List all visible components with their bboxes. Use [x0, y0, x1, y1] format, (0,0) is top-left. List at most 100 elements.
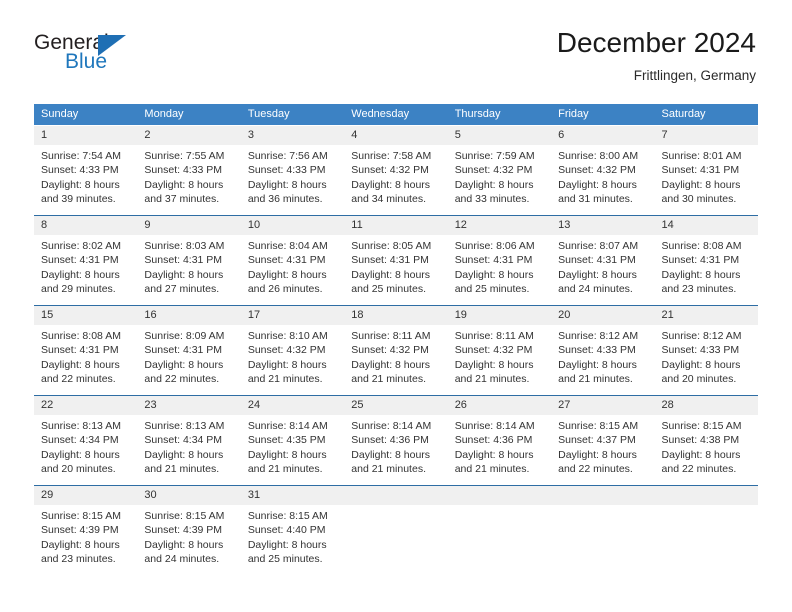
day-cell[interactable]: Sunrise: 8:11 AM Sunset: 4:32 PM Dayligh…	[344, 325, 447, 395]
day-cell[interactable]: Sunrise: 7:55 AM Sunset: 4:33 PM Dayligh…	[137, 145, 240, 215]
sunset-text: Sunset: 4:34 PM	[144, 434, 223, 447]
sunset-text: Sunset: 4:31 PM	[247, 254, 326, 267]
day-number[interactable]: 9	[137, 216, 240, 235]
day-cell[interactable]: Sunrise: 8:13 AM Sunset: 4:34 PM Dayligh…	[34, 415, 137, 485]
day-cell[interactable]: Sunrise: 8:08 AM Sunset: 4:31 PM Dayligh…	[34, 325, 137, 395]
day-cell[interactable]: Sunrise: 8:01 AM Sunset: 4:31 PM Dayligh…	[655, 145, 758, 215]
day-number[interactable]: 16	[137, 306, 240, 325]
day-cell-empty	[655, 505, 758, 575]
day-cell[interactable]: Sunrise: 8:13 AM Sunset: 4:34 PM Dayligh…	[137, 415, 240, 485]
day-cell[interactable]: Sunrise: 8:12 AM Sunset: 4:33 PM Dayligh…	[551, 325, 654, 395]
daylight-text-cont: and 21 minutes.	[558, 373, 633, 386]
day-number[interactable]: 7	[655, 126, 758, 145]
sunset-text: Sunset: 4:34 PM	[41, 434, 119, 447]
week-body: Sunrise: 8:02 AM Sunset: 4:31 PM Dayligh…	[34, 235, 758, 305]
day-cell[interactable]: Sunrise: 8:14 AM Sunset: 4:36 PM Dayligh…	[344, 415, 447, 485]
day-number[interactable]: 17	[241, 306, 344, 325]
daylight-text-cont: and 20 minutes.	[41, 463, 116, 476]
sunrise-text: Sunrise: 8:07 AM	[558, 240, 639, 252]
day-cell[interactable]: Sunrise: 7:56 AM Sunset: 4:33 PM Dayligh…	[241, 145, 344, 215]
day-cell[interactable]: Sunrise: 7:58 AM Sunset: 4:32 PM Dayligh…	[344, 145, 447, 215]
day-cell[interactable]: Sunrise: 8:09 AM Sunset: 4:31 PM Dayligh…	[137, 325, 240, 395]
day-number[interactable]: 2	[137, 126, 240, 145]
day-cell[interactable]: Sunrise: 7:54 AM Sunset: 4:33 PM Dayligh…	[34, 145, 137, 215]
day-number[interactable]: 18	[344, 306, 447, 325]
day-cell[interactable]: Sunrise: 8:12 AM Sunset: 4:33 PM Dayligh…	[655, 325, 758, 395]
sunrise-text: Sunrise: 8:14 AM	[247, 420, 328, 432]
sunrise-text: Sunrise: 8:13 AM	[41, 420, 121, 432]
page-title: December 2024	[556, 27, 756, 58]
daylight-text-cont: and 30 minutes.	[661, 193, 737, 206]
daylight-text-cont: and 22 minutes.	[661, 463, 737, 476]
daylight-text-cont: and 25 minutes.	[247, 553, 323, 566]
day-cell[interactable]: Sunrise: 8:06 AM Sunset: 4:31 PM Dayligh…	[448, 235, 551, 305]
day-cell[interactable]: Sunrise: 8:08 AM Sunset: 4:31 PM Dayligh…	[655, 235, 758, 305]
day-number[interactable]: 8	[34, 216, 137, 235]
day-cell[interactable]: Sunrise: 8:14 AM Sunset: 4:36 PM Dayligh…	[448, 415, 551, 485]
daylight-text-cont: and 21 minutes.	[351, 463, 426, 476]
day-number[interactable]: 22	[34, 396, 137, 415]
sunrise-text: Sunrise: 8:11 AM	[454, 330, 534, 342]
day-number[interactable]: 13	[551, 216, 654, 235]
day-number-empty	[344, 486, 447, 505]
daylight-text: Daylight: 8 hours	[247, 268, 327, 281]
day-cell[interactable]: Sunrise: 8:14 AM Sunset: 4:35 PM Dayligh…	[241, 415, 344, 485]
day-number[interactable]: 20	[551, 306, 654, 325]
day-cell[interactable]: Sunrise: 8:07 AM Sunset: 4:31 PM Dayligh…	[551, 235, 654, 305]
daylight-text-cont: and 21 minutes.	[247, 373, 323, 386]
day-number[interactable]: 28	[655, 396, 758, 415]
day-cell[interactable]: Sunrise: 8:15 AM Sunset: 4:37 PM Dayligh…	[551, 415, 654, 485]
weekday-header-thursday: Thursday	[454, 108, 501, 120]
day-number[interactable]: 14	[655, 216, 758, 235]
sunrise-text: Sunrise: 8:15 AM	[144, 510, 225, 522]
sunrise-text: Sunrise: 8:12 AM	[661, 330, 742, 342]
day-number[interactable]: 31	[241, 486, 344, 505]
page-header: General Blue December 2024 Frittlingen, …	[0, 0, 792, 83]
day-cell[interactable]: Sunrise: 8:00 AM Sunset: 4:32 PM Dayligh…	[551, 145, 654, 215]
day-number[interactable]: 10	[241, 216, 344, 235]
calendar-week-row: 1 2 3 4 5 6 7 Sunrise: 7:54 AM Sunset: 4…	[34, 125, 758, 215]
day-number[interactable]: 26	[448, 396, 551, 415]
day-cell[interactable]: Sunrise: 8:05 AM Sunset: 4:31 PM Dayligh…	[344, 235, 447, 305]
daylight-text: Daylight: 8 hours	[247, 358, 327, 371]
day-number[interactable]: 11	[344, 216, 447, 235]
day-number[interactable]: 30	[137, 486, 240, 505]
day-number[interactable]: 4	[344, 126, 447, 145]
sunset-text: Sunset: 4:32 PM	[558, 164, 636, 177]
day-number[interactable]: 15	[34, 306, 137, 325]
day-cell[interactable]: Sunrise: 8:15 AM Sunset: 4:39 PM Dayligh…	[34, 505, 137, 575]
daylight-text: Daylight: 8 hours	[144, 538, 224, 551]
day-cell[interactable]: Sunrise: 8:15 AM Sunset: 4:39 PM Dayligh…	[137, 505, 240, 575]
day-number[interactable]: 25	[344, 396, 447, 415]
day-number[interactable]: 6	[551, 126, 654, 145]
week-body: Sunrise: 7:54 AM Sunset: 4:33 PM Dayligh…	[34, 145, 758, 215]
day-number[interactable]: 24	[241, 396, 344, 415]
day-cell[interactable]: Sunrise: 8:15 AM Sunset: 4:38 PM Dayligh…	[655, 415, 758, 485]
day-number[interactable]: 19	[448, 306, 551, 325]
day-cell[interactable]: Sunrise: 8:15 AM Sunset: 4:40 PM Dayligh…	[241, 505, 344, 575]
day-number[interactable]: 27	[551, 396, 654, 415]
weekday-header-wednesday: Wednesday	[351, 108, 410, 120]
day-cell[interactable]: Sunrise: 8:03 AM Sunset: 4:31 PM Dayligh…	[137, 235, 240, 305]
day-number[interactable]: 23	[137, 396, 240, 415]
day-number[interactable]: 12	[448, 216, 551, 235]
day-number[interactable]: 5	[448, 126, 551, 145]
day-cell[interactable]: Sunrise: 8:11 AM Sunset: 4:32 PM Dayligh…	[448, 325, 551, 395]
day-cell[interactable]: Sunrise: 7:59 AM Sunset: 4:32 PM Dayligh…	[448, 145, 551, 215]
daylight-text: Daylight: 8 hours	[454, 358, 534, 371]
daylight-text: Daylight: 8 hours	[247, 178, 327, 191]
sunrise-text: Sunrise: 7:59 AM	[454, 150, 535, 162]
day-number[interactable]: 3	[241, 126, 344, 145]
general-blue-logo[interactable]: General Blue	[34, 32, 214, 82]
day-cell[interactable]: Sunrise: 8:02 AM Sunset: 4:31 PM Dayligh…	[34, 235, 137, 305]
sunrise-text: Sunrise: 7:55 AM	[144, 150, 225, 162]
page-subtitle: Frittlingen, Germany	[633, 68, 756, 83]
daylight-text-cont: and 21 minutes.	[454, 373, 530, 386]
day-cell[interactable]: Sunrise: 8:04 AM Sunset: 4:31 PM Dayligh…	[241, 235, 344, 305]
day-number[interactable]: 1	[34, 126, 137, 145]
sunrise-text: Sunrise: 7:58 AM	[351, 150, 432, 162]
day-cell[interactable]: Sunrise: 8:10 AM Sunset: 4:32 PM Dayligh…	[241, 325, 344, 395]
day-number[interactable]: 21	[655, 306, 758, 325]
daylight-text: Daylight: 8 hours	[41, 268, 120, 281]
day-number[interactable]: 29	[34, 486, 137, 505]
